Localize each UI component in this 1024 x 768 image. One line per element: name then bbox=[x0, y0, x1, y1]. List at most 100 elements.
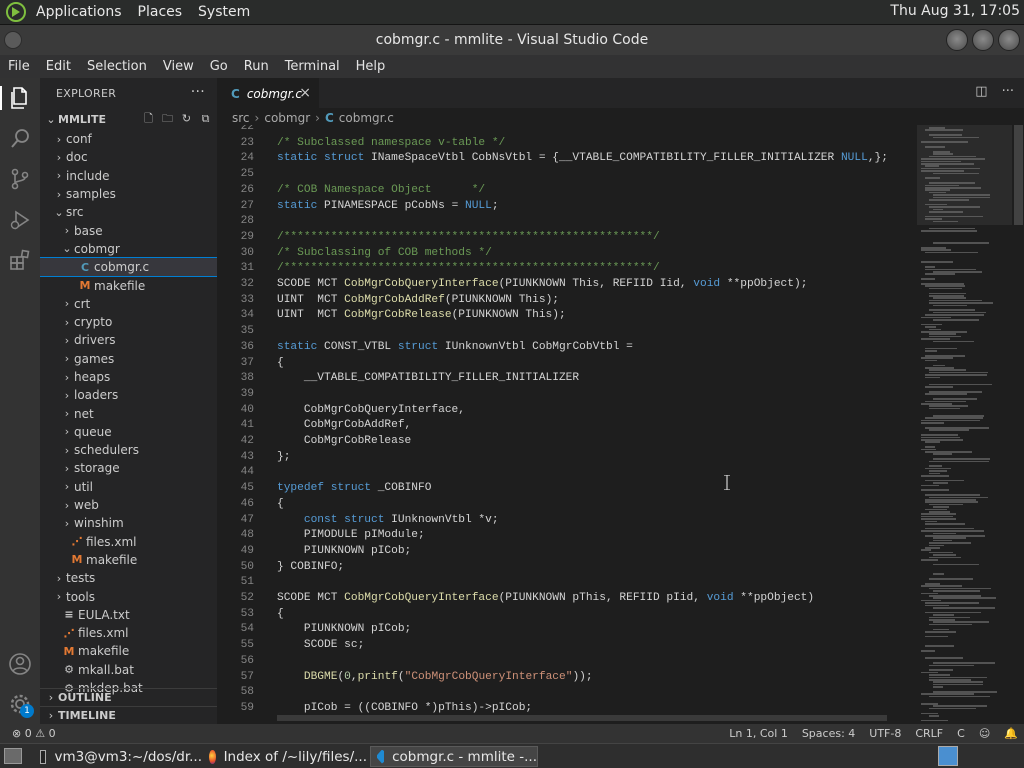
tree-folder[interactable]: › base bbox=[40, 221, 217, 239]
project-header[interactable]: ⌄ MMLITE 🗋 🗀 ↻ ⧉ bbox=[40, 108, 217, 130]
indentation[interactable]: Spaces: 4 bbox=[802, 727, 855, 740]
tree-file[interactable]: ⚙ mkall.bat bbox=[40, 661, 217, 679]
tree-file[interactable]: ≡ EULA.txt bbox=[40, 606, 217, 624]
editor-more-icon[interactable]: ··· bbox=[1002, 84, 1014, 99]
encoding[interactable]: UTF-8 bbox=[869, 727, 901, 740]
timeline-section[interactable]: › TIMELINE bbox=[40, 706, 217, 724]
menu-edit[interactable]: Edit bbox=[38, 59, 79, 74]
menu-go[interactable]: Go bbox=[202, 59, 236, 74]
tree-folder[interactable]: › samples bbox=[40, 185, 217, 203]
tree-folder[interactable]: › loaders bbox=[40, 386, 217, 404]
tree-file[interactable]: Mmakefile bbox=[40, 642, 217, 660]
tree-folder[interactable]: › storage bbox=[40, 459, 217, 477]
code-line: 42 CobMgrCobRelease bbox=[217, 434, 917, 450]
refresh-icon[interactable]: ↻ bbox=[179, 111, 194, 126]
code-token: void bbox=[706, 592, 734, 604]
tree-folder[interactable]: › conf bbox=[40, 130, 217, 148]
files-icon[interactable] bbox=[8, 86, 32, 110]
minimap-line bbox=[921, 518, 956, 520]
run-debug-icon[interactable] bbox=[8, 208, 32, 232]
problems-indicator[interactable]: ⊗ 0 ⚠ 0 bbox=[12, 727, 56, 740]
tree-folder[interactable]: › queue bbox=[40, 423, 217, 441]
tree-file[interactable]: Mmakefile bbox=[40, 551, 217, 569]
more-actions-icon[interactable]: ··· bbox=[191, 84, 205, 100]
tree-file[interactable]: Ccobmgr.c bbox=[40, 257, 217, 278]
tree-item-label: loaders bbox=[74, 388, 119, 403]
tree-folder[interactable]: › util bbox=[40, 478, 217, 496]
tree-folder[interactable]: ⌄ cobmgr bbox=[40, 240, 217, 258]
tree-folder[interactable]: › schedulers bbox=[40, 441, 217, 459]
feedback-icon[interactable]: ☺ bbox=[979, 727, 990, 740]
maximize-button[interactable] bbox=[972, 29, 994, 51]
tree-folder[interactable]: › drivers bbox=[40, 331, 217, 349]
tree-folder[interactable]: ⌄ src bbox=[40, 203, 217, 221]
line-number: 55 bbox=[240, 639, 254, 652]
show-desktop-icon[interactable] bbox=[4, 748, 22, 764]
menu-help[interactable]: Help bbox=[348, 59, 394, 74]
account-icon[interactable] bbox=[8, 652, 32, 676]
task-firefox[interactable]: Index of /~lily/files/... bbox=[203, 746, 367, 767]
tree-folder[interactable]: › heaps bbox=[40, 368, 217, 386]
tree-folder[interactable]: › doc bbox=[40, 148, 217, 166]
tree-folder[interactable]: › games bbox=[40, 350, 217, 368]
tree-folder[interactable]: › tools bbox=[40, 587, 217, 605]
gnome-foot-icon[interactable] bbox=[6, 2, 26, 22]
clock[interactable]: Thu Aug 31, 17:05 bbox=[890, 3, 1020, 19]
notifications-bell-icon[interactable]: 🔔 bbox=[1004, 727, 1018, 740]
tree-file[interactable]: ⋰ files.xml bbox=[40, 624, 217, 642]
collapse-all-icon[interactable]: ⧉ bbox=[198, 111, 213, 126]
split-editor-icon[interactable]: ◫ bbox=[975, 84, 987, 99]
tree-folder[interactable]: › tests bbox=[40, 569, 217, 587]
line-number: 51 bbox=[240, 576, 254, 589]
task-vscode[interactable]: cobmgr.c - mmlite -... bbox=[370, 746, 538, 767]
tree-folder[interactable]: › include bbox=[40, 167, 217, 185]
tree-folder[interactable]: › winshim bbox=[40, 514, 217, 532]
minimap-line bbox=[933, 304, 968, 307]
minimap-viewport[interactable] bbox=[917, 125, 1012, 225]
extensions-icon[interactable] bbox=[8, 248, 32, 272]
search-icon[interactable] bbox=[8, 127, 32, 151]
breadcrumb-cobmgr[interactable]: cobmgr bbox=[264, 111, 310, 125]
end-of-line[interactable]: CRLF bbox=[915, 727, 943, 740]
close-window-button[interactable] bbox=[998, 29, 1020, 51]
task-terminal[interactable]: vm3@vm3:~/dos/dr... bbox=[34, 746, 202, 767]
minimize-button[interactable] bbox=[946, 29, 968, 51]
breadcrumb-file[interactable]: cobmgr.c bbox=[339, 111, 394, 125]
cursor-position[interactable]: Ln 1, Col 1 bbox=[729, 727, 788, 740]
new-file-icon[interactable]: 🗋 bbox=[141, 111, 156, 126]
tree-folder[interactable]: › crypto bbox=[40, 313, 217, 331]
scrollbar-thumb[interactable] bbox=[1014, 125, 1023, 225]
tree-folder[interactable]: › crt bbox=[40, 295, 217, 313]
code-token: CobMgrCobQueryInterface bbox=[344, 592, 499, 604]
window-menu-icon[interactable] bbox=[4, 31, 22, 49]
tree-file[interactable]: Mmakefile bbox=[40, 276, 217, 294]
menu-file[interactable]: File bbox=[0, 59, 38, 74]
horizontal-scrollbar[interactable] bbox=[277, 715, 887, 721]
menu-terminal[interactable]: Terminal bbox=[277, 59, 348, 74]
minimap-line bbox=[925, 367, 954, 369]
tree-folder[interactable]: › net bbox=[40, 404, 217, 422]
minimap-line bbox=[921, 357, 954, 359]
tab-cobmgr-c[interactable]: C cobmgr.c × bbox=[217, 78, 319, 108]
minimap-line bbox=[933, 686, 944, 688]
menu-selection[interactable]: Selection bbox=[79, 59, 155, 74]
tree-file[interactable]: ⋰ files.xml bbox=[40, 533, 217, 551]
outline-section[interactable]: › OUTLINE bbox=[40, 688, 217, 706]
system-menu[interactable]: System bbox=[190, 4, 258, 20]
code-editor[interactable]: 22 23 /* Subclassed namespace v-table */ 24… bbox=[217, 125, 917, 724]
window-titlebar[interactable]: cobmgr.c - mmlite - Visual Studio Code bbox=[0, 25, 1024, 55]
manage-gear-icon[interactable]: 1 bbox=[8, 692, 34, 718]
source-control-icon[interactable] bbox=[8, 167, 32, 191]
workspace-switcher-icon[interactable] bbox=[938, 746, 958, 766]
close-tab-icon[interactable]: × bbox=[299, 85, 311, 101]
vertical-scrollbar[interactable] bbox=[1012, 125, 1024, 724]
language-mode[interactable]: C bbox=[957, 727, 965, 740]
new-folder-icon[interactable]: 🗀 bbox=[160, 111, 175, 126]
menu-run[interactable]: Run bbox=[236, 59, 277, 74]
breadcrumb-src[interactable]: src bbox=[232, 111, 250, 125]
tree-folder[interactable]: › web bbox=[40, 496, 217, 514]
places-menu[interactable]: Places bbox=[130, 4, 191, 20]
minimap[interactable] bbox=[917, 125, 1012, 724]
menu-view[interactable]: View bbox=[155, 59, 202, 74]
applications-menu[interactable]: Applications bbox=[28, 4, 130, 20]
